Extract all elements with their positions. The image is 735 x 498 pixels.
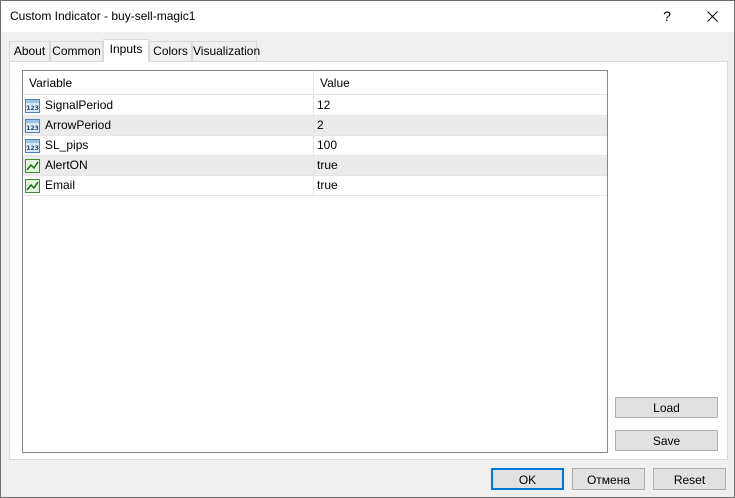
column-header-variable[interactable]: Variable — [23, 71, 314, 95]
value-cell[interactable]: 100 — [315, 136, 607, 155]
variable-cell[interactable]: Email — [23, 176, 314, 195]
variable-name: AlertON — [45, 158, 88, 172]
table-row[interactable]: AlertON true — [23, 156, 607, 176]
value-cell[interactable]: true — [315, 156, 607, 175]
integer-123-icon: 123 — [25, 139, 40, 153]
variable-name: SL_pips — [45, 138, 89, 152]
tab-visualization[interactable]: Visualization — [192, 41, 260, 61]
variable-cell[interactable]: 123 ArrowPeriod — [23, 116, 314, 135]
variable-cell[interactable]: 123 SignalPeriod — [23, 96, 314, 115]
tab-about[interactable]: About — [9, 41, 50, 61]
variable-cell[interactable]: AlertON — [23, 156, 314, 175]
integer-123-icon: 123 — [25, 119, 40, 133]
table-row[interactable]: 123 SL_pips 100 — [23, 136, 607, 156]
tab-colors[interactable]: Colors — [149, 41, 192, 61]
load-button[interactable]: Load — [615, 397, 718, 418]
save-button[interactable]: Save — [615, 430, 718, 451]
integer-123-icon: 123 — [25, 99, 40, 113]
value-cell[interactable]: 2 — [315, 116, 607, 135]
boolean-chart-icon — [25, 159, 40, 173]
inputs-panel: Variable Value 123 SignalPeriod 12 123 A… — [9, 61, 728, 460]
table-row[interactable]: 123 SignalPeriod 12 — [23, 96, 607, 116]
help-icon: ? — [663, 8, 671, 24]
boolean-chart-icon — [25, 179, 40, 193]
value-cell[interactable]: 12 — [315, 96, 607, 115]
cancel-button[interactable]: Отмена — [572, 468, 645, 490]
value-cell[interactable]: true — [315, 176, 607, 195]
help-button[interactable]: ? — [645, 1, 689, 31]
reset-button[interactable]: Reset — [653, 468, 726, 490]
variable-name: ArrowPeriod — [45, 118, 112, 132]
grid-header: Variable Value — [23, 71, 607, 95]
title-bar[interactable]: Custom Indicator - buy-sell-magic1 ? — [1, 1, 734, 32]
close-button[interactable] — [690, 1, 734, 31]
ok-button[interactable]: OK — [491, 468, 564, 490]
tab-inputs[interactable]: Inputs — [103, 39, 149, 62]
table-row[interactable]: 123 ArrowPeriod 2 — [23, 116, 607, 136]
table-row[interactable]: Email true — [23, 176, 607, 196]
dialog-window: Custom Indicator - buy-sell-magic1 ? Abo… — [0, 0, 735, 498]
inputs-grid: Variable Value 123 SignalPeriod 12 123 A… — [22, 70, 608, 453]
variable-name: Email — [45, 178, 76, 192]
svg-text:123: 123 — [26, 105, 39, 112]
variable-cell[interactable]: 123 SL_pips — [23, 136, 314, 155]
tab-common[interactable]: Common — [50, 41, 103, 61]
svg-text:123: 123 — [26, 145, 39, 152]
column-header-value[interactable]: Value — [314, 71, 607, 95]
close-icon — [706, 10, 718, 22]
svg-text:123: 123 — [26, 125, 39, 132]
window-title: Custom Indicator - buy-sell-magic1 — [10, 9, 196, 23]
variable-name: SignalPeriod — [45, 98, 114, 112]
